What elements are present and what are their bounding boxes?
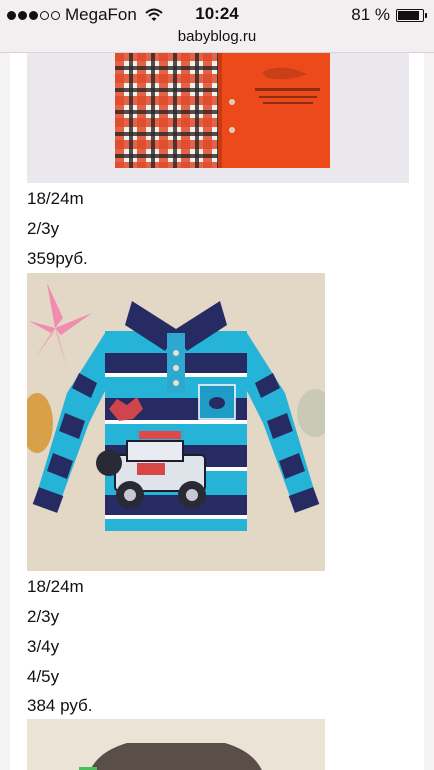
product-2-size-3: 3/4y	[27, 637, 60, 656]
page-content: 18/24m 2/3y 359руб. 18/24m 2/3y 3/4y 4/5…	[10, 52, 424, 770]
product-2-size-2: 2/3y	[27, 607, 60, 626]
product-photo-striped-polo[interactable]	[27, 273, 325, 571]
battery-icon	[396, 8, 427, 22]
product-1-size-1: 18/24m	[27, 189, 84, 208]
product-2-price: 384 руб.	[27, 696, 93, 715]
product-1-size-2: 2/3y	[27, 219, 60, 238]
battery-percent: 81 %	[351, 5, 390, 24]
product-photo-plaid-shirt[interactable]	[27, 52, 409, 183]
product-1-price: 359руб.	[27, 249, 88, 268]
browser-top-bar: MegaFon 10:24 81 % babyblog.ru	[0, 0, 434, 53]
product-2-size-4: 4/5y	[27, 667, 60, 686]
product-2-size-1: 18/24m	[27, 577, 84, 596]
address-bar[interactable]: babyblog.ru	[0, 28, 434, 45]
status-bar: MegaFon 10:24 81 %	[0, 0, 434, 28]
product-photo-next[interactable]	[27, 719, 325, 770]
